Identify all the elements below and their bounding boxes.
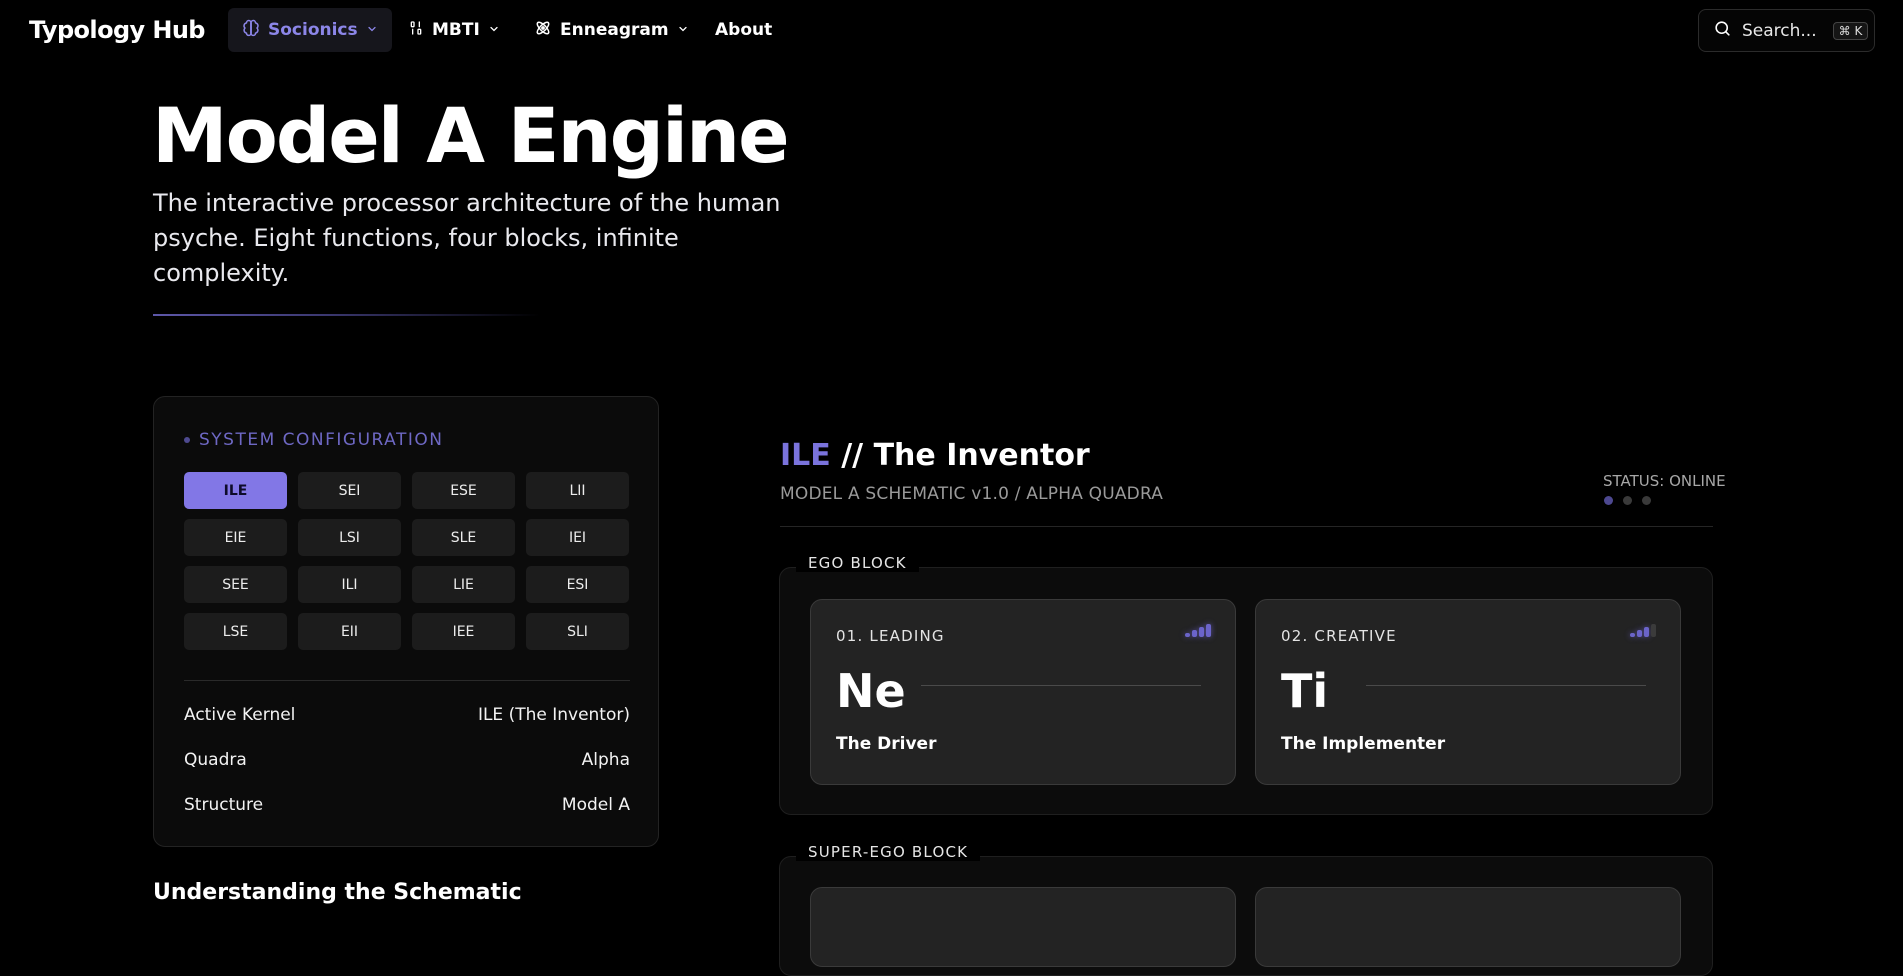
type-button-sle[interactable]: SLE bbox=[412, 519, 515, 556]
function-divider bbox=[921, 685, 1201, 686]
detail-key: Structure bbox=[184, 795, 264, 815]
brain-icon bbox=[242, 19, 260, 42]
nav-enneagram[interactable]: Enneagram bbox=[520, 8, 703, 52]
signal-strength-icon bbox=[1185, 624, 1211, 637]
function-divider bbox=[1366, 685, 1646, 686]
detail-value: Model A bbox=[561, 795, 630, 815]
chevron-down-icon bbox=[366, 20, 378, 40]
code-icon bbox=[408, 20, 424, 41]
type-code: ILE bbox=[780, 438, 831, 473]
type-separator: // bbox=[830, 438, 874, 473]
schematic-subtitle: MODEL A SCHEMATIC v1.0 / ALPHA QUADRA bbox=[780, 484, 1164, 504]
schematic-divider bbox=[780, 526, 1713, 527]
function-position: 01. LEADING bbox=[836, 627, 945, 645]
brand-logo[interactable]: Typology Hub bbox=[29, 16, 205, 44]
bullet-dot-icon bbox=[184, 437, 190, 443]
schematic-type-heading: ILE // The Inventor bbox=[780, 438, 1090, 473]
detail-row-structure: Structure Model A bbox=[184, 795, 630, 815]
block-label: EGO BLOCK bbox=[796, 554, 919, 572]
type-button-sei[interactable]: SEI bbox=[298, 472, 401, 509]
detail-row-active-kernel: Active Kernel ILE (The Inventor) bbox=[184, 705, 630, 725]
type-button-ile[interactable]: ILE bbox=[184, 472, 287, 509]
status-dot bbox=[1604, 496, 1613, 505]
status-dot bbox=[1623, 496, 1632, 505]
search-label: Search... bbox=[1742, 20, 1817, 41]
function-card-creative[interactable]: 02. CREATIVE Ti The Implementer bbox=[1255, 599, 1681, 785]
detail-row-quadra: Quadra Alpha bbox=[184, 750, 630, 770]
nav-about-label: About bbox=[715, 20, 773, 40]
detail-key: Quadra bbox=[184, 750, 247, 770]
nav-about[interactable]: About bbox=[701, 8, 786, 52]
detail-value: Alpha bbox=[581, 750, 630, 770]
type-button-ili[interactable]: ILI bbox=[298, 566, 401, 603]
status-indicator: STATUS: ONLINE bbox=[1603, 472, 1726, 490]
hero-divider bbox=[153, 314, 540, 316]
type-button-see[interactable]: SEE bbox=[184, 566, 287, 603]
understanding-heading: Understanding the Schematic bbox=[153, 880, 522, 905]
nav-mbti[interactable]: MBTI bbox=[394, 8, 514, 52]
function-symbol: Ne bbox=[836, 664, 906, 718]
config-divider bbox=[184, 680, 630, 681]
block-label: SUPER-EGO BLOCK bbox=[796, 843, 981, 861]
type-name: The Inventor bbox=[873, 438, 1090, 473]
config-title-label: SYSTEM CONFIGURATION bbox=[199, 430, 444, 450]
page-subtitle: The interactive processor architecture o… bbox=[153, 189, 781, 287]
nav-socionics-label: Socionics bbox=[268, 20, 358, 40]
ego-block: EGO BLOCK 01. LEADING Ne The Driver 02. … bbox=[779, 554, 1713, 815]
type-button-lse[interactable]: LSE bbox=[184, 613, 287, 650]
function-position: 02. CREATIVE bbox=[1281, 627, 1397, 645]
type-button-eii[interactable]: EII bbox=[298, 613, 401, 650]
type-button-lie[interactable]: LIE bbox=[412, 566, 515, 603]
nav-enneagram-label: Enneagram bbox=[560, 20, 669, 40]
detail-key: Active Kernel bbox=[184, 705, 296, 725]
type-button-ese[interactable]: ESE bbox=[412, 472, 515, 509]
type-button-iei[interactable]: IEI bbox=[526, 519, 629, 556]
nav-mbti-label: MBTI bbox=[432, 20, 480, 40]
nav-socionics[interactable]: Socionics bbox=[228, 8, 392, 52]
function-name: The Driver bbox=[836, 734, 937, 754]
type-button-iee[interactable]: IEE bbox=[412, 613, 515, 650]
search-shortcut: ⌘ K bbox=[1832, 21, 1869, 40]
page-title: Model A Engine bbox=[152, 91, 790, 180]
type-button-lii[interactable]: LII bbox=[526, 472, 629, 509]
super-ego-block: SUPER-EGO BLOCK bbox=[779, 843, 1713, 976]
chevron-down-icon bbox=[677, 20, 689, 40]
type-button-eie[interactable]: EIE bbox=[184, 519, 287, 556]
status-dots bbox=[1604, 496, 1651, 505]
function-symbol: Ti bbox=[1281, 664, 1329, 718]
type-button-lsi[interactable]: LSI bbox=[298, 519, 401, 556]
chevron-down-icon bbox=[488, 20, 500, 40]
system-configuration-panel: SYSTEM CONFIGURATION ILE SEI ESE LII EIE LSI S… bbox=[153, 396, 659, 847]
function-card-placeholder[interactable] bbox=[1255, 887, 1681, 967]
type-button-sli[interactable]: SLI bbox=[526, 613, 629, 650]
function-name: The Implementer bbox=[1281, 734, 1446, 754]
top-nav: Typology Hub Socionics MBTI Enneagram Ab… bbox=[0, 0, 1903, 60]
search-button[interactable]: Search... ⌘ K bbox=[1698, 9, 1875, 52]
search-icon bbox=[1713, 19, 1732, 43]
type-button-esi[interactable]: ESI bbox=[526, 566, 629, 603]
function-card-leading[interactable]: 01. LEADING Ne The Driver bbox=[810, 599, 1236, 785]
config-title: SYSTEM CONFIGURATION bbox=[184, 430, 443, 450]
status-dot bbox=[1642, 496, 1651, 505]
type-selector-grid: ILE SEI ESE LII EIE LSI SLE IEI SEE ILI LIE ESI LSE E… bbox=[184, 472, 629, 650]
function-card-placeholder[interactable] bbox=[810, 887, 1236, 967]
detail-value: ILE (The Inventor) bbox=[477, 705, 630, 725]
signal-strength-icon bbox=[1630, 624, 1656, 637]
atom-icon bbox=[534, 19, 552, 42]
